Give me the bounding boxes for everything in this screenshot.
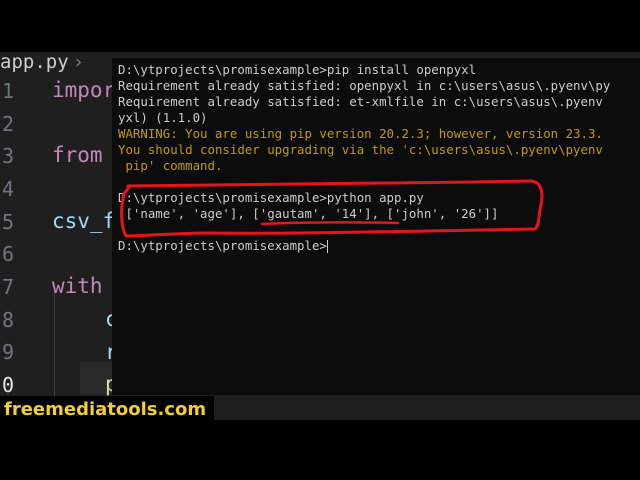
line-number: 3 bbox=[1, 144, 14, 168]
terminal-line: D:\ytprojects\promisexample>pip install … bbox=[118, 62, 477, 77]
terminal-output-line: [['name', 'age'], ['gautam', '14'], ['jo… bbox=[118, 206, 499, 221]
line-number: 5 bbox=[1, 210, 14, 234]
terminal-panel[interactable]: D:\ytprojects\promisexample>pip install … bbox=[112, 58, 640, 395]
line-number: 9 bbox=[1, 340, 14, 364]
line-number: 7 bbox=[1, 275, 14, 299]
line-number: 6 bbox=[1, 242, 14, 266]
indent-guide bbox=[54, 292, 55, 410]
line-number: 1 bbox=[1, 79, 14, 103]
line-number: 2 bbox=[1, 112, 14, 136]
letterbox-bottom bbox=[0, 420, 640, 480]
line-number-active: 0 bbox=[1, 373, 14, 397]
code-line-csv[interactable]: csv_f bbox=[52, 209, 115, 233]
terminal-command-line: D:\ytprojects\promisexample>python app.p… bbox=[118, 190, 424, 205]
code-line-import[interactable]: impor bbox=[52, 78, 115, 102]
terminal-line: Requirement already satisfied: et-xmlfil… bbox=[118, 94, 603, 109]
terminal-line: yxl) (1.1.0) bbox=[118, 110, 208, 125]
code-line-from[interactable]: from bbox=[52, 143, 103, 167]
terminal-warning-line: You should consider upgrading via the 'c… bbox=[118, 142, 603, 157]
editor-tab-label: app.py bbox=[0, 52, 69, 72]
letterbox-top bbox=[0, 0, 640, 52]
watermark-text: freemediatools.com bbox=[0, 396, 215, 424]
terminal-warning-line: WARNING: You are using pip version 20.2.… bbox=[118, 126, 603, 141]
terminal-prompt: D:\ytprojects\promisexample> bbox=[118, 238, 327, 253]
terminal-line: Requirement already satisfied: openpyxl … bbox=[118, 78, 611, 93]
text-cursor bbox=[326, 240, 328, 253]
editor-tab[interactable]: app.py › bbox=[0, 52, 112, 72]
breadcrumb-separator: › bbox=[72, 52, 85, 72]
line-number-gutter: 1 2 3 4 5 6 7 8 9 0 bbox=[0, 72, 30, 420]
terminal-prompt-line[interactable]: D:\ytprojects\promisexample> bbox=[118, 238, 328, 254]
line-number: 4 bbox=[1, 177, 14, 201]
terminal-warning-line: pip' command. bbox=[118, 158, 223, 173]
code-line-with[interactable]: with bbox=[52, 274, 103, 298]
line-number: 8 bbox=[1, 308, 14, 332]
